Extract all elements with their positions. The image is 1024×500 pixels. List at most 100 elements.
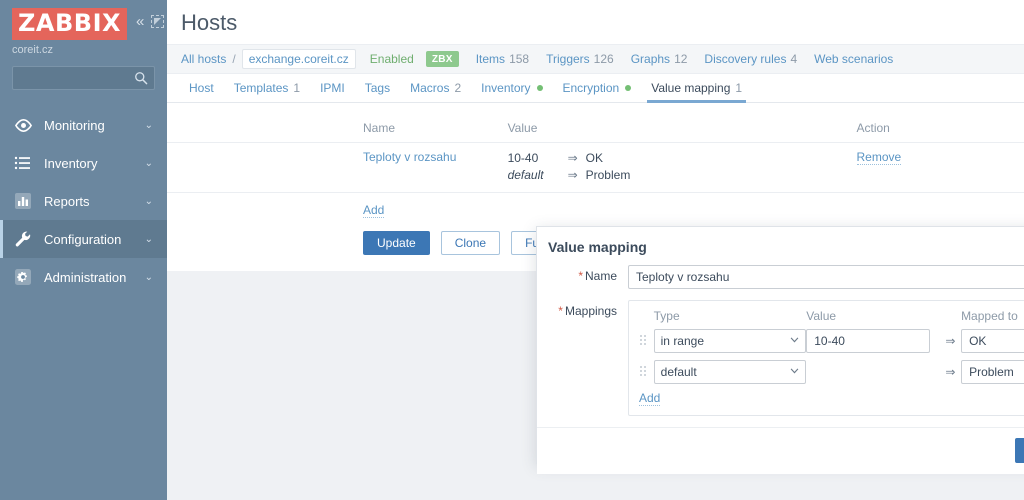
value-mapping-modal: Value mapping ✖ *Name *Mappings	[536, 226, 1024, 474]
value-map-name-link[interactable]: Teploty v rozsahu	[363, 150, 456, 164]
modal-body: *Name *Mappings	[537, 259, 1024, 427]
tab-status-dot	[625, 85, 632, 91]
name-field-row: * Name	[548, 265, 1024, 289]
update-button[interactable]: Update	[363, 231, 430, 255]
add-mapping-row: Add	[639, 391, 1024, 406]
column-header-handle	[639, 309, 654, 329]
sidebar-item-label: Reports	[44, 193, 90, 209]
mappings-header-row: Type Value Mapped to Action	[639, 309, 1024, 329]
name-input[interactable]	[628, 265, 1024, 289]
page-title: Hosts	[181, 10, 238, 35]
mapping-to: OK	[585, 151, 603, 165]
cell-type: in range	[653, 329, 807, 360]
required-marker: *	[578, 269, 583, 283]
cell-drag-handle	[639, 360, 654, 391]
breadcrumb-link-graphs[interactable]: Graphs 12	[631, 52, 688, 66]
cell-value	[806, 360, 940, 391]
type-select[interactable]: in range	[653, 329, 807, 353]
search-input[interactable]	[13, 67, 154, 89]
zabbix-logo: ZABBIX	[12, 8, 127, 40]
value-input[interactable]	[806, 329, 930, 353]
gear-icon	[12, 266, 34, 288]
tab-macros[interactable]: Macros 2	[400, 74, 471, 102]
main-content: Hosts All hosts / exchange.coreit.cz Ena…	[167, 0, 1024, 500]
cell-mapped-to	[961, 360, 1024, 391]
mappings-table: Type Value Mapped to Action	[639, 309, 1024, 391]
tab-inventory[interactable]: Inventory	[471, 74, 552, 102]
breadcrumb-link-items[interactable]: Items 158	[476, 52, 529, 66]
mapping-from: 10-40	[507, 151, 539, 165]
clone-button[interactable]: Clone	[440, 231, 501, 255]
breadcrumb-host[interactable]: exchange.coreit.cz	[241, 49, 356, 69]
tab-ipmi[interactable]: IPMI	[310, 74, 355, 102]
mapped-to-input[interactable]	[961, 329, 1024, 353]
remove-link[interactable]: Remove	[856, 150, 902, 165]
column-header-spacer	[940, 309, 961, 329]
breadcrumb-link-web-scenarios[interactable]: Web scenarios	[814, 52, 897, 66]
modal-title: Value mapping	[548, 239, 647, 255]
required-marker: *	[558, 304, 563, 318]
modal-footer: Update Cancel	[537, 427, 1024, 474]
chevron-down-icon: ⌄	[144, 195, 153, 207]
mapping-from: default	[507, 168, 544, 182]
sidebar-item-label: Monitoring	[44, 117, 105, 133]
search-box[interactable]	[12, 66, 155, 90]
breadcrumb-all-hosts[interactable]: All hosts	[181, 52, 226, 66]
list-icon	[12, 152, 34, 174]
cell-action: Remove	[856, 142, 1024, 193]
cell-value	[806, 329, 940, 360]
type-select[interactable]: default	[653, 360, 807, 384]
chevron-down-icon: ⌄	[144, 157, 153, 169]
sidebar-item-administration[interactable]: Administration ⌄	[0, 258, 167, 296]
collapse-sidebar-icon[interactable]: «	[136, 14, 144, 29]
tab-templates[interactable]: Templates 1	[224, 74, 310, 102]
tab-status-dot	[536, 85, 543, 91]
modal-update-button[interactable]: Update	[1014, 438, 1024, 463]
value-mapping-table: Name Value Action Teploty v rozsahu 10-4…	[167, 117, 1024, 193]
host-status[interactable]: Enabled	[370, 52, 414, 66]
wrench-icon	[12, 228, 34, 250]
breadcrumb-separator: /	[232, 52, 236, 66]
tab-encryption[interactable]: Encryption	[553, 74, 642, 102]
cell-drag-handle	[639, 329, 654, 360]
cell-type: default	[653, 360, 807, 391]
mappings-wrap: Type Value Mapped to Action	[617, 300, 1024, 416]
add-link[interactable]: Add	[639, 391, 661, 406]
sidebar-controls: «	[136, 14, 165, 29]
bar-chart-icon	[12, 190, 34, 212]
name-label: * Name	[578, 269, 617, 283]
add-value-map-row: Add	[167, 193, 1024, 218]
tab-tags[interactable]: Tags	[355, 74, 400, 102]
drag-handle-icon[interactable]	[639, 363, 648, 378]
hide-sidebar-icon[interactable]	[151, 15, 165, 28]
type-select-wrap: default	[653, 360, 807, 384]
eye-icon	[12, 114, 34, 136]
tab-host[interactable]: Host	[179, 74, 224, 102]
server-name: coreit.cz	[12, 44, 53, 56]
page-header: Hosts	[167, 0, 1024, 44]
chevron-down-icon: ⌄	[144, 271, 153, 283]
mappings-box: Type Value Mapped to Action	[628, 300, 1024, 416]
column-header-action: Action	[856, 117, 1024, 143]
mapping-line: 10-40 ⇒ OK	[508, 150, 857, 167]
mapping-line: default ⇒ Problem	[508, 167, 857, 184]
drag-handle-icon[interactable]	[639, 332, 648, 347]
chevron-down-icon: ⌄	[144, 119, 153, 131]
mapped-to-input[interactable]	[961, 360, 1024, 384]
tab-bar: Host Templates 1 IPMI Tags Macros 2 Invent…	[167, 74, 1024, 103]
sidebar-item-label: Inventory	[44, 155, 98, 171]
sidebar-item-inventory[interactable]: Inventory ⌄	[0, 144, 167, 182]
sidebar-item-monitoring[interactable]: Monitoring ⌄	[0, 106, 167, 144]
breadcrumb-link-triggers[interactable]: Triggers 126	[546, 52, 614, 66]
sidebar-header: ZABBIX «	[0, 0, 167, 40]
table-row: Teploty v rozsahu 10-40 ⇒ OK default ⇒ P…	[167, 142, 1024, 193]
sidebar-item-label: Configuration	[44, 231, 122, 247]
sidebar-item-reports[interactable]: Reports ⌄	[0, 182, 167, 220]
arrow-icon: ⇒	[945, 365, 956, 379]
breadcrumb-link-discovery-rules[interactable]: Discovery rules 4	[704, 52, 797, 66]
mapping-row: in range 10-40 ⇒ OK	[639, 329, 1024, 360]
cell-name: Teploty v rozsahu	[167, 142, 508, 193]
sidebar-item-configuration[interactable]: Configuration ⌄	[0, 220, 167, 258]
add-link[interactable]: Add	[363, 203, 385, 218]
tab-value-mapping[interactable]: Value mapping 1	[641, 74, 752, 103]
